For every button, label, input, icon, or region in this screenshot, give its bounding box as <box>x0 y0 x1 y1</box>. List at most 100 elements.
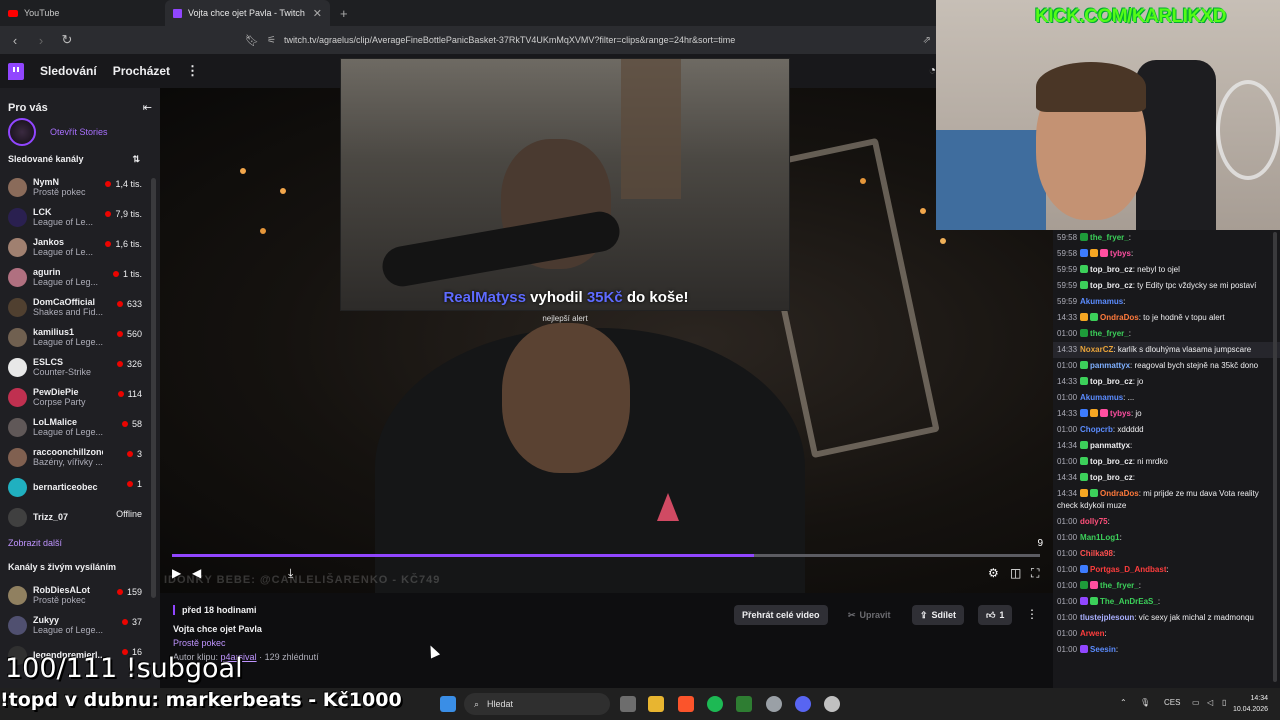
notification-icon[interactable]: ◔ <box>929 63 936 77</box>
chat-badge-icon[interactable] <box>1080 597 1089 605</box>
sidebar-channel[interactable]: ESLCS Counter-Strike 326 <box>0 352 160 382</box>
chat-badge-icon[interactable] <box>1090 597 1099 605</box>
chat-username[interactable]: top_bro_cz <box>1090 377 1133 386</box>
discord-icon[interactable] <box>795 696 811 712</box>
tab-twitch[interactable]: Vojta chce ojet Pavla - Twitch ✕ <box>165 0 330 26</box>
channel-avatar[interactable] <box>8 177 27 197</box>
chat-badge-icon[interactable] <box>1080 377 1089 385</box>
like-button[interactable]: 👍︎ 1 <box>978 605 1013 625</box>
chat-badge-icon[interactable] <box>1080 233 1089 241</box>
chat-badge-icon[interactable] <box>1080 249 1089 257</box>
sidebar-channel[interactable]: raccoonchillzone Bazény, vířivky ... 3 <box>0 442 160 472</box>
download-icon[interactable]: ⤓ <box>288 566 293 581</box>
stories-label[interactable]: Otevřít Stories <box>50 127 108 137</box>
sidebar-channel[interactable]: kamilius1 League of Lege... 560 <box>0 322 160 352</box>
chat-badge-icon[interactable] <box>1080 281 1089 289</box>
channel-avatar[interactable] <box>8 447 27 467</box>
chat-username[interactable]: Chopcrb <box>1080 425 1113 434</box>
chat-username[interactable]: OndraDos <box>1100 313 1139 322</box>
chat-badge-icon[interactable] <box>1080 489 1089 497</box>
channel-avatar[interactable] <box>8 327 27 347</box>
chat-username[interactable]: Arwen <box>1080 629 1104 638</box>
volume-tray-icon[interactable]: ◁ <box>1207 698 1213 707</box>
task-view-icon[interactable] <box>620 696 636 712</box>
start-icon[interactable] <box>440 696 456 712</box>
play-icon[interactable]: ▶ <box>172 566 181 580</box>
channel-avatar[interactable] <box>8 417 27 437</box>
channel-avatar[interactable] <box>8 297 27 317</box>
share-page-icon[interactable]: ⇗ <box>923 35 931 46</box>
chat-badge-icon[interactable] <box>1090 409 1099 417</box>
clip-more-icon[interactable]: ⋮ <box>1026 607 1038 621</box>
chat-username[interactable]: Man1Log1 <box>1080 533 1120 542</box>
chat-username[interactable]: top_bro_cz <box>1090 473 1133 482</box>
bookmark-icon[interactable]: 🔖︎ <box>245 34 259 47</box>
chat-username[interactable]: NoxarCZ <box>1080 345 1113 354</box>
keyboard-language[interactable]: CES <box>1164 698 1180 707</box>
chat-username[interactable]: top_bro_cz <box>1090 281 1133 290</box>
chat-badge-icon[interactable] <box>1080 329 1089 337</box>
app-icon[interactable] <box>736 696 752 712</box>
chat-username[interactable]: tlustejplesoun <box>1080 613 1134 622</box>
chat-badge-icon[interactable] <box>1080 581 1089 589</box>
chat-badge-icon[interactable] <box>1080 361 1089 369</box>
chat-badge-icon[interactable] <box>1080 441 1089 449</box>
chat-badge-icon[interactable] <box>1080 313 1089 321</box>
settings-icon[interactable]: ⚙ <box>988 566 999 580</box>
chat-badge-icon[interactable] <box>1090 313 1099 321</box>
nav-following[interactable]: Sledování <box>40 64 97 78</box>
sidebar-channel[interactable]: NymN Prostě pokec 1,4 tis. <box>0 172 160 202</box>
chat-username[interactable]: Akumamus <box>1080 393 1123 402</box>
url-text[interactable]: twitch.tv/agraelus/clip/AverageFineBottl… <box>284 35 735 45</box>
chat-badge-icon[interactable] <box>1090 249 1099 257</box>
theatre-mode-icon[interactable]: ◫ <box>1010 566 1021 580</box>
volume-icon[interactable]: ◀︎ <box>192 566 201 580</box>
chat-username[interactable]: panmattyx <box>1090 441 1130 450</box>
chat-username[interactable]: panmattyx <box>1090 361 1130 370</box>
close-tab-icon[interactable]: ✕ <box>313 7 322 20</box>
ccleaner-icon[interactable] <box>766 696 782 712</box>
sidebar-channel[interactable]: PewDiePie Corpse Party 114 <box>0 382 160 412</box>
sidebar-channel[interactable]: LoLMalice League of Lege... 58 <box>0 412 160 442</box>
address-field[interactable]: 🔖︎ ⚟ twitch.tv/agraelus/clip/AverageFine… <box>245 30 935 50</box>
chat-badge-icon[interactable] <box>1080 645 1089 653</box>
chat-badge-icon[interactable] <box>1090 489 1099 497</box>
chat-badge-icon[interactable] <box>1080 457 1089 465</box>
new-tab-button[interactable]: + <box>330 0 358 26</box>
sidebar-channel[interactable]: RobDiesALot Prostě pokec 159 <box>0 580 160 610</box>
channel-avatar[interactable] <box>8 237 27 257</box>
chat-username[interactable]: Akumamus <box>1080 297 1123 306</box>
channel-avatar[interactable] <box>8 357 27 377</box>
clip-category[interactable]: Prostě pokec <box>173 638 226 648</box>
brave-browser-icon[interactable] <box>678 696 694 712</box>
forward-icon[interactable]: › <box>34 33 48 48</box>
channel-avatar[interactable] <box>8 477 27 497</box>
clock[interactable]: 14:34 10.04.2026 <box>1233 693 1268 715</box>
tray-chevron-icon[interactable]: ⌃ <box>1120 698 1127 707</box>
sidebar-channel[interactable]: agurin League of Leg... 1 tis. <box>0 262 160 292</box>
sidebar-scrollbar[interactable] <box>151 178 156 598</box>
chat-username[interactable]: Portgas_D_Andbast <box>1090 565 1166 574</box>
chat-username[interactable]: tybys <box>1110 409 1131 418</box>
chat-username[interactable]: The_AnDrEaS_ <box>1100 597 1158 606</box>
twitch-logo-icon[interactable] <box>8 62 24 80</box>
nav-browse[interactable]: Procházet <box>113 64 170 78</box>
microphone-icon[interactable]: 🎙︎ <box>1140 698 1150 707</box>
chat-username[interactable]: dolly75 <box>1080 517 1108 526</box>
sidebar-channel[interactable]: Jankos League of Le... 1,6 tis. <box>0 232 160 262</box>
taskbar-search[interactable]: ⌕ Hledat <box>464 693 610 715</box>
show-more-link[interactable]: Zobrazit další <box>0 532 160 554</box>
chat-username[interactable]: top_bro_cz <box>1090 457 1133 466</box>
chat-username[interactable]: Seesin <box>1090 645 1116 654</box>
stories-avatar[interactable] <box>8 118 36 146</box>
sidebar-channel[interactable]: DomCaOfficial Shakes and Fid... 633 <box>0 292 160 322</box>
chat-username[interactable]: the_fryer_ <box>1100 581 1139 590</box>
file-explorer-icon[interactable] <box>648 696 664 712</box>
channel-avatar[interactable] <box>8 207 27 227</box>
sidebar-channel[interactable]: Trizz_07 Offline <box>0 502 160 532</box>
chat-username[interactable]: the_fryer_ <box>1090 329 1129 338</box>
channel-avatar[interactable] <box>8 507 27 527</box>
chat-badge-icon[interactable] <box>1100 409 1109 417</box>
chat-username[interactable]: top_bro_cz <box>1090 265 1133 274</box>
chat-badge-icon[interactable] <box>1080 565 1089 573</box>
